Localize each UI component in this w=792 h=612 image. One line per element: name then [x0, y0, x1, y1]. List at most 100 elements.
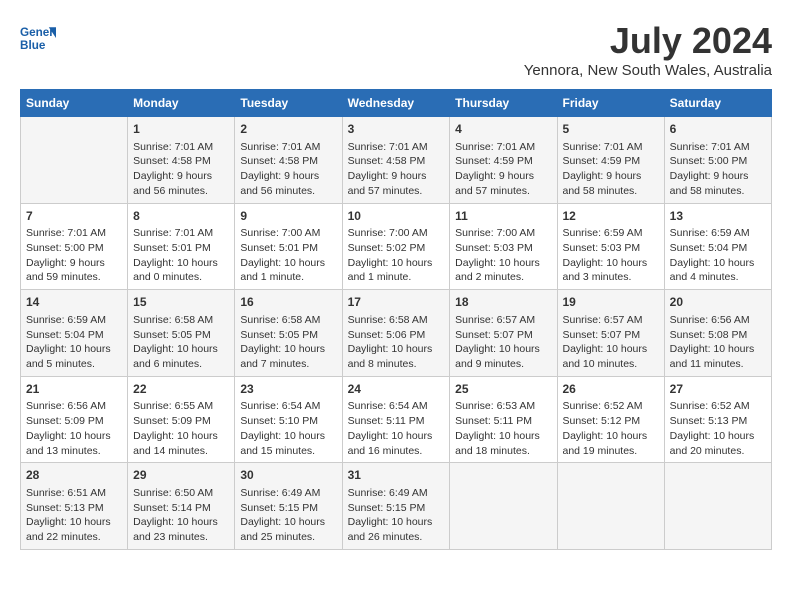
calendar-cell: 17 Sunrise: 6:58 AMSunset: 5:06 PMDayligh…	[342, 290, 450, 377]
day-number: 13	[670, 208, 766, 225]
day-number: 23	[240, 381, 336, 398]
calendar-cell: 29 Sunrise: 6:50 AMSunset: 5:14 PMDayligh…	[128, 463, 235, 550]
day-info: Sunrise: 6:50 AMSunset: 5:14 PMDaylight:…	[133, 486, 229, 545]
day-number: 31	[348, 467, 445, 484]
day-number: 9	[240, 208, 336, 225]
header-tuesday: Tuesday	[235, 90, 342, 117]
day-number: 22	[133, 381, 229, 398]
calendar-cell: 23Sunrise: 6:54 AMSunset: 5:10 PMDayligh…	[235, 376, 342, 463]
page-header: General Blue July 2024 Yennora, New Sout…	[20, 20, 772, 79]
day-info: Sunrise: 6:52 AMSunset: 5:12 PMDaylight:…	[563, 399, 659, 458]
calendar-cell: 8Sunrise: 7:01 AMSunset: 5:01 PMDaylight…	[128, 203, 235, 290]
calendar-cell: 21Sunrise: 6:56 AMSunset: 5:09 PMDayligh…	[21, 376, 128, 463]
day-info: Sunrise: 6:59 AMSunset: 5:04 PMDaylight:…	[26, 313, 122, 372]
header-thursday: Thursday	[450, 90, 557, 117]
day-info: Sunrise: 6:58 AMSunset: 5:06 PMDaylight:…	[348, 313, 445, 372]
calendar-cell: 9Sunrise: 7:00 AMSunset: 5:01 PMDaylight…	[235, 203, 342, 290]
header-wednesday: Wednesday	[342, 90, 450, 117]
day-info: Sunrise: 6:58 AMSunset: 5:05 PMDaylight:…	[240, 313, 336, 372]
calendar-cell	[21, 117, 128, 204]
calendar-cell: 30Sunrise: 6:49 AMSunset: 5:15 PMDayligh…	[235, 463, 342, 550]
day-number: 26	[563, 381, 659, 398]
title-block: July 2024 Yennora, New South Wales, Aust…	[524, 20, 772, 79]
day-number: 4	[455, 121, 551, 138]
month-title: July 2024	[524, 20, 772, 62]
calendar-cell: 4 Sunrise: 7:01 AMSunset: 4:59 PMDaylight…	[450, 117, 557, 204]
day-info: Sunrise: 7:01 AMSunset: 5:00 PMDaylight:…	[26, 226, 122, 285]
location-title: Yennora, New South Wales, Australia	[524, 62, 772, 79]
calendar-cell	[450, 463, 557, 550]
day-info: Sunrise: 7:00 AMSunset: 5:01 PMDaylight:…	[240, 226, 336, 285]
day-info: Sunrise: 6:58 AMSunset: 5:05 PMDaylight:…	[133, 313, 229, 372]
day-info: Sunrise: 7:01 AMSunset: 5:01 PMDaylight:…	[133, 226, 229, 285]
calendar-cell	[557, 463, 664, 550]
calendar-cell: 3Sunrise: 7:01 AMSunset: 4:58 PMDaylight…	[342, 117, 450, 204]
day-number: 20	[670, 294, 766, 311]
day-info: Sunrise: 7:01 AMSunset: 4:59 PMDaylight:…	[455, 140, 551, 199]
calendar-cell: 25Sunrise: 6:53 AMSunset: 5:11 PMDayligh…	[450, 376, 557, 463]
day-info: Sunrise: 6:51 AMSunset: 5:13 PMDaylight:…	[26, 486, 122, 545]
day-info: Sunrise: 6:56 AMSunset: 5:08 PMDaylight:…	[670, 313, 766, 372]
calendar-cell: 12Sunrise: 6:59 AMSunset: 5:03 PMDayligh…	[557, 203, 664, 290]
day-info: Sunrise: 6:59 AMSunset: 5:03 PMDaylight:…	[563, 226, 659, 285]
day-number: 6	[670, 121, 766, 138]
calendar-cell: 11Sunrise: 7:00 AMSunset: 5:03 PMDayligh…	[450, 203, 557, 290]
day-number: 15	[133, 294, 229, 311]
calendar-cell: 28 Sunrise: 6:51 AMSunset: 5:13 PMDayligh…	[21, 463, 128, 550]
day-number: 17	[348, 294, 445, 311]
day-info: Sunrise: 6:59 AMSunset: 5:04 PMDaylight:…	[670, 226, 766, 285]
svg-text:Blue: Blue	[20, 39, 46, 52]
header-saturday: Saturday	[664, 90, 771, 117]
day-info: Sunrise: 7:01 AMSunset: 4:58 PMDaylight:…	[133, 140, 229, 199]
day-number: 21	[26, 381, 122, 398]
day-info: Sunrise: 6:53 AMSunset: 5:11 PMDaylight:…	[455, 399, 551, 458]
day-number: 14	[26, 294, 122, 311]
calendar-table: Sunday Monday Tuesday Wednesday Thursday…	[20, 89, 772, 550]
calendar-cell: 1 Sunrise: 7:01 AMSunset: 4:58 PMDaylight…	[128, 117, 235, 204]
calendar-cell: 19 Sunrise: 6:57 AMSunset: 5:07 PMDayligh…	[557, 290, 664, 377]
day-number: 8	[133, 208, 229, 225]
day-info: Sunrise: 7:01 AMSunset: 4:58 PMDaylight:…	[348, 140, 445, 199]
calendar-cell: 31 Sunrise: 6:49 AMSunset: 5:15 PMDayligh…	[342, 463, 450, 550]
day-number: 24	[348, 381, 445, 398]
calendar-row-3: 21Sunrise: 6:56 AMSunset: 5:09 PMDayligh…	[21, 376, 772, 463]
calendar-header-row: Sunday Monday Tuesday Wednesday Thursday…	[21, 90, 772, 117]
calendar-cell: 5Sunrise: 7:01 AMSunset: 4:59 PMDaylight…	[557, 117, 664, 204]
calendar-cell: 22Sunrise: 6:55 AMSunset: 5:09 PMDayligh…	[128, 376, 235, 463]
calendar-cell	[664, 463, 771, 550]
day-number: 2	[240, 121, 336, 138]
day-number: 12	[563, 208, 659, 225]
calendar-cell: 10Sunrise: 7:00 AMSunset: 5:02 PMDayligh…	[342, 203, 450, 290]
day-number: 10	[348, 208, 445, 225]
day-info: Sunrise: 6:49 AMSunset: 5:15 PMDaylight:…	[348, 486, 445, 545]
calendar-cell: 16 Sunrise: 6:58 AMSunset: 5:05 PMDayligh…	[235, 290, 342, 377]
header-friday: Friday	[557, 90, 664, 117]
day-number: 25	[455, 381, 551, 398]
calendar-cell: 14 Sunrise: 6:59 AMSunset: 5:04 PMDayligh…	[21, 290, 128, 377]
calendar-cell: 24Sunrise: 6:54 AMSunset: 5:11 PMDayligh…	[342, 376, 450, 463]
day-number: 16	[240, 294, 336, 311]
day-info: Sunrise: 6:49 AMSunset: 5:15 PMDaylight:…	[240, 486, 336, 545]
calendar-cell: 26Sunrise: 6:52 AMSunset: 5:12 PMDayligh…	[557, 376, 664, 463]
day-info: Sunrise: 6:54 AMSunset: 5:10 PMDaylight:…	[240, 399, 336, 458]
logo-icon: General Blue	[20, 20, 56, 56]
day-number: 28	[26, 467, 122, 484]
day-info: Sunrise: 6:57 AMSunset: 5:07 PMDaylight:…	[455, 313, 551, 372]
day-number: 18	[455, 294, 551, 311]
day-number: 27	[670, 381, 766, 398]
calendar-row-1: 7Sunrise: 7:01 AMSunset: 5:00 PMDaylight…	[21, 203, 772, 290]
logo: General Blue	[20, 20, 56, 56]
calendar-cell: 2Sunrise: 7:01 AMSunset: 4:58 PMDaylight…	[235, 117, 342, 204]
day-info: Sunrise: 6:57 AMSunset: 5:07 PMDaylight:…	[563, 313, 659, 372]
day-number: 29	[133, 467, 229, 484]
calendar-cell: 6 Sunrise: 7:01 AMSunset: 5:00 PMDaylight…	[664, 117, 771, 204]
day-number: 19	[563, 294, 659, 311]
day-info: Sunrise: 6:56 AMSunset: 5:09 PMDaylight:…	[26, 399, 122, 458]
day-number: 1	[133, 121, 229, 138]
calendar-cell: 7Sunrise: 7:01 AMSunset: 5:00 PMDaylight…	[21, 203, 128, 290]
day-info: Sunrise: 7:01 AMSunset: 5:00 PMDaylight:…	[670, 140, 766, 199]
calendar-cell: 27Sunrise: 6:52 AMSunset: 5:13 PMDayligh…	[664, 376, 771, 463]
calendar-row-2: 14 Sunrise: 6:59 AMSunset: 5:04 PMDayligh…	[21, 290, 772, 377]
header-monday: Monday	[128, 90, 235, 117]
day-info: Sunrise: 6:55 AMSunset: 5:09 PMDaylight:…	[133, 399, 229, 458]
